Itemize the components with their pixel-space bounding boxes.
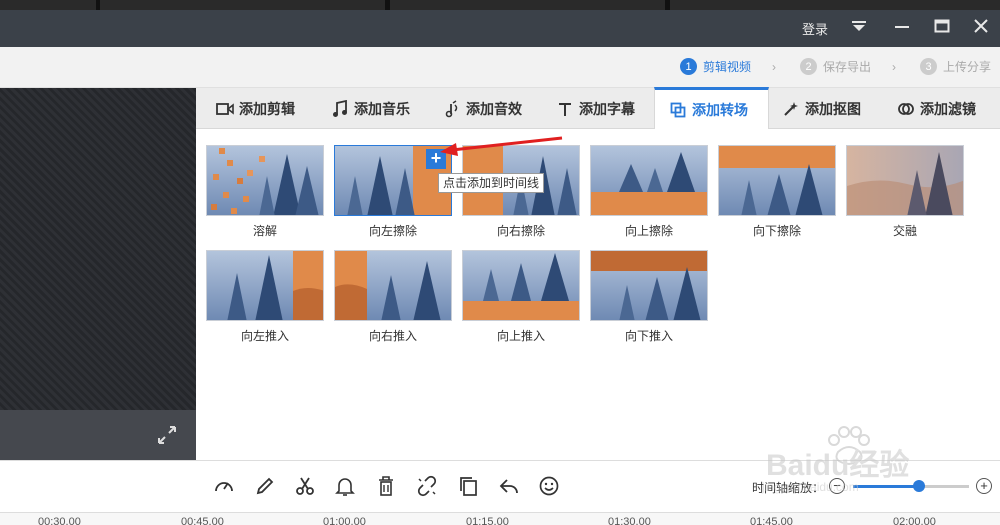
annotation-arrow [440,136,563,156]
transition-item-push-right[interactable]: 向右推入 [334,250,452,344]
top-strip-segment [390,0,665,10]
transition-label: 向右推入 [368,329,417,343]
step-label: 上传分享 [943,60,992,74]
transition-label: 向右擦除 [496,224,545,238]
timeline-tick: 01:15.00 [466,516,509,525]
transition-thumbnail [334,250,452,321]
tab-label: 添加抠图 [805,100,861,117]
music-note-icon [331,99,349,118]
transition-label: 溶解 [252,224,277,238]
transition-label: 向左推入 [240,329,289,343]
copy-icon[interactable] [456,474,480,498]
fullscreen-icon[interactable] [156,424,178,446]
transition-item-wipe-up[interactable]: 向上擦除 [590,145,708,239]
tab-add-filter[interactable]: 添加滤镜 [897,88,976,129]
magic-wand-icon [782,100,800,118]
login-link[interactable]: 登录 [802,19,828,38]
transition-label: 向上擦除 [624,224,673,238]
step-label: 剪辑视频 [703,60,752,74]
transition-item-wipe-down[interactable]: 向下擦除 [718,145,836,239]
transition-label: 交融 [892,224,917,238]
timeline-tick: 00:30.00 [38,516,81,525]
bell-icon[interactable] [333,474,357,498]
top-strip [0,0,1000,10]
maximize-icon[interactable] [931,15,953,37]
transition-item-dissolve[interactable]: 溶解 [206,145,324,239]
tab-add-transition[interactable]: 添加转场 [654,87,769,129]
tab-label: 添加音乐 [354,100,410,117]
watermark-text: Baidu经验 [766,449,910,482]
transition-thumbnail [590,145,708,216]
transition-item-push-down[interactable]: 向下推入 [590,250,708,344]
chevron-right-icon: › [772,60,776,74]
tab-label: 添加音效 [466,100,522,117]
tab-add-subtitle[interactable]: 添加字幕 [556,88,635,129]
tab-label: 添加剪辑 [239,100,295,117]
zoom-in-button[interactable]: + [976,478,992,494]
transition-item-blend[interactable]: 交融 [846,145,964,239]
transition-thumbnail [718,145,836,216]
step-label: 保存导出 [823,60,872,74]
top-strip-segment [670,0,1000,10]
step-number: 2 [800,58,817,75]
transition-label: 向下推入 [624,329,673,343]
step-number: 1 [680,58,697,75]
video-camera-icon [216,100,234,118]
timeline-tick: 01:30.00 [608,516,651,525]
tooltip: 点击添加到时间线 [438,173,545,193]
emoji-icon[interactable] [537,474,561,498]
video-preview[interactable] [0,88,196,410]
transition-thumbnail [206,145,324,216]
step-edit-video[interactable]: 1 剪辑视频 [680,58,751,75]
step-upload-share[interactable]: 3 上传分享 [920,58,991,75]
transition-label: 向左擦除 [368,224,417,238]
tab-label: 添加字幕 [579,100,635,117]
transition-icon [669,101,687,119]
trash-icon[interactable] [374,474,398,498]
transition-label: 向下擦除 [752,224,801,238]
sound-effect-icon [443,99,461,118]
chevron-right-icon: › [892,60,896,74]
close-icon[interactable] [970,15,992,37]
tab-add-cutout[interactable]: 添加抠图 [782,88,861,129]
tab-add-sound-effect[interactable]: 添加音效 [443,88,522,129]
timeline-tick: 01:45.00 [750,516,793,525]
top-strip-segment [0,0,96,10]
transition-label: 向上推入 [496,329,545,343]
transition-item-push-left[interactable]: 向左推入 [206,250,324,344]
transition-thumbnail [846,145,964,216]
transition-thumbnail [462,250,580,321]
speed-icon[interactable] [212,474,236,498]
step-save-export[interactable]: 2 保存导出 [800,58,871,75]
menu-dropdown-icon[interactable] [848,15,870,37]
watermark-subtext: jingyan.baidu.com [762,480,859,494]
unlink-icon[interactable] [415,474,439,498]
tab-add-clip[interactable]: 添加剪辑 [216,88,295,129]
transition-item-push-up[interactable]: 向上推入 [462,250,580,344]
tab-label: 添加滤镜 [920,100,976,117]
minimize-icon[interactable] [891,15,913,37]
transition-thumbnail [590,250,708,321]
pencil-icon[interactable] [253,474,277,498]
tab-add-music[interactable]: 添加音乐 [331,88,410,129]
undo-icon[interactable] [497,474,521,498]
baidu-watermark: Baidu经验 jingyan.baidu.com [760,418,960,498]
timeline-tick: 00:45.00 [181,516,224,525]
scissors-icon[interactable] [293,474,317,498]
tab-label: 添加转场 [692,101,748,118]
top-strip-segment [100,0,385,10]
timeline-tick: 01:00.00 [323,516,366,525]
step-number: 3 [920,58,937,75]
text-icon [556,100,574,118]
timeline-tick: 02:00.00 [893,516,936,525]
filter-icon [897,100,915,118]
transition-thumbnail [206,250,324,321]
